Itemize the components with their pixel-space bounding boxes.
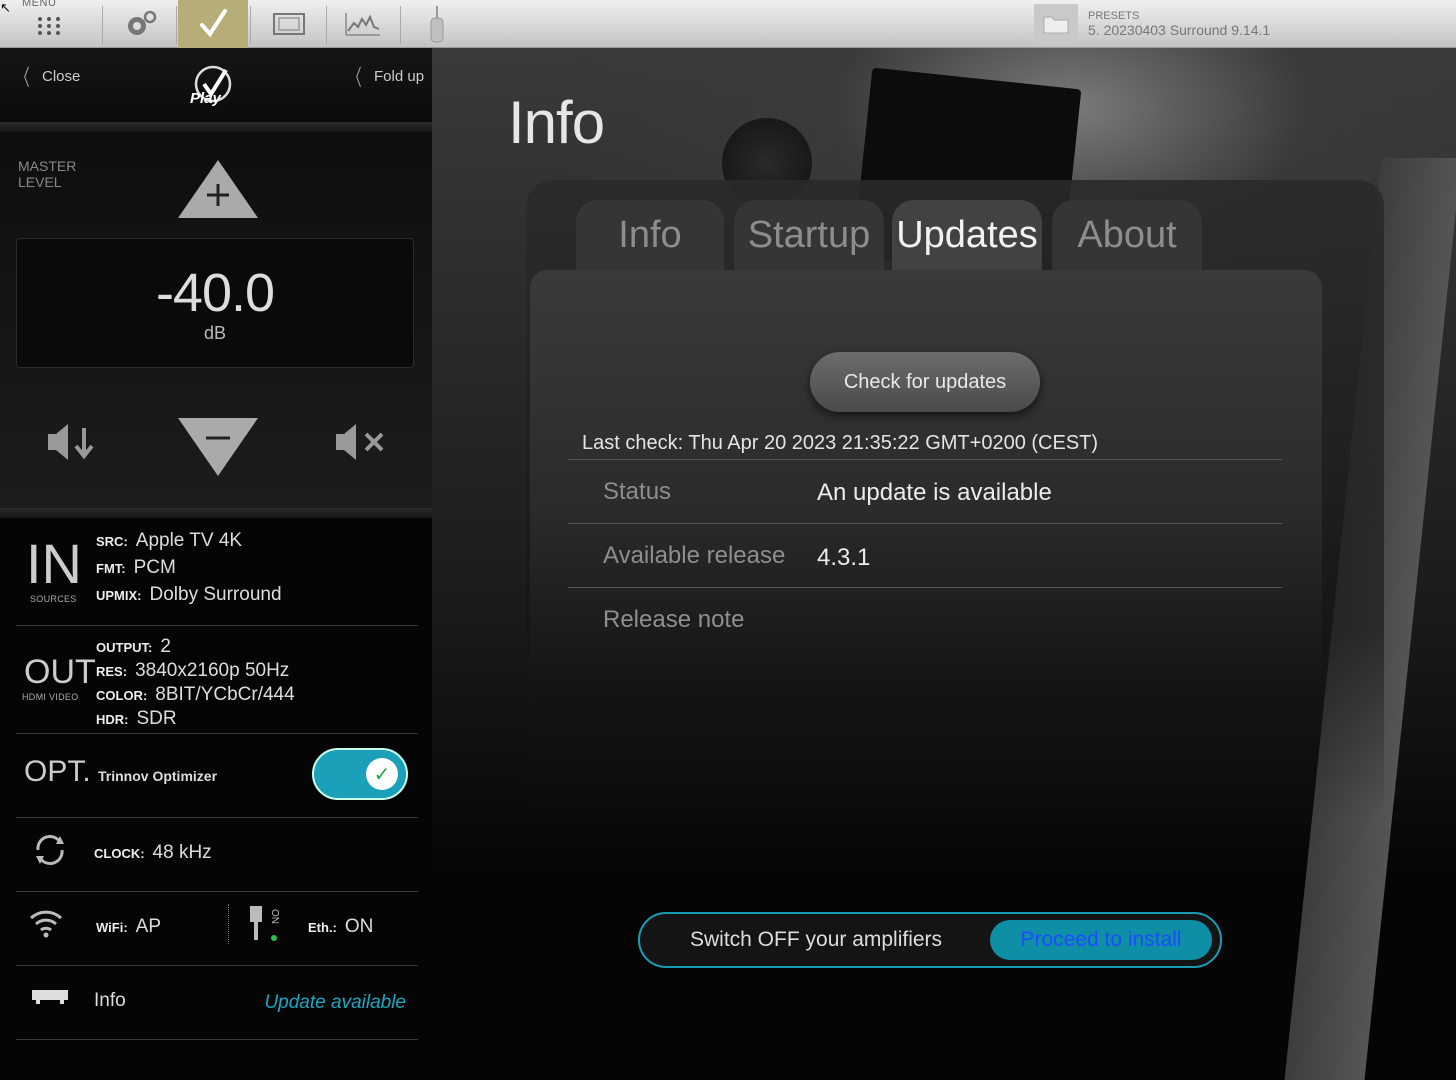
speaker-dim-icon [48, 424, 94, 460]
wifi-field: WiFi: AP [96, 916, 162, 937]
graph-icon [345, 13, 380, 36]
fold-up-button[interactable]: 〈 Fold up [344, 60, 424, 92]
screen-icon [273, 13, 305, 35]
status-value: An update is available [817, 479, 1052, 506]
available-release-label: Available release [603, 542, 786, 569]
divider [568, 459, 1282, 460]
video-button[interactable] [252, 0, 326, 48]
play-tab-button[interactable] [178, 0, 248, 56]
check-icon: ✓ [366, 758, 398, 790]
mouse-cursor-icon: ↖ [0, 0, 11, 15]
device-icon [32, 990, 68, 1004]
settings-button[interactable] [104, 0, 178, 48]
wifi-icon [29, 910, 63, 938]
clock-field: CLOCK: 48 kHz [94, 842, 212, 863]
mic-icon [430, 6, 444, 43]
fold-up-label: Fold up [374, 67, 425, 85]
gear-icon [128, 10, 157, 35]
graph-button[interactable] [326, 0, 400, 48]
switch-off-amplifiers-message: Switch OFF your amplifiers [690, 928, 943, 951]
microphone-button[interactable] [400, 0, 474, 48]
master-level-label: MASTER LEVEL [18, 158, 77, 190]
close-label: Close [42, 67, 81, 85]
play-logo-text: Play [190, 90, 221, 107]
tab-info[interactable]: Info [576, 200, 724, 272]
toolbar-divider [250, 6, 251, 44]
in-label: IN [26, 532, 82, 595]
presets-value: 5. 20230403 Surround 9.14.1 [1088, 22, 1271, 38]
release-note-label: Release note [603, 606, 745, 633]
top-toolbar: ↖ MENU PRESETS 5. 20230403 Surround 9.14… [0, 0, 1456, 56]
triangle-up-plus-icon [178, 160, 258, 218]
main-content: Info Info Startup Updates About Check fo… [432, 48, 1456, 1080]
fmt-field: FMT: PCM [96, 557, 176, 578]
tab-updates[interactable]: Updates [892, 200, 1042, 272]
play-logo: Play [188, 64, 238, 110]
page-title: Info [508, 89, 605, 156]
left-panel-header: 〈 Close Play 〈 Fold up [0, 48, 432, 130]
sync-clock-icon [36, 835, 64, 865]
volume-display: -40.0 dB [16, 238, 414, 368]
input-section[interactable]: IN SOURCES SRC: Apple TV 4K FMT: PCM UPMIX… [16, 520, 418, 626]
clock-section: CLOCK: 48 kHz [16, 818, 418, 892]
last-check-text: Last check: Thu Apr 20 2023 21:35:22 GMT… [582, 432, 1099, 454]
upmix-field: UPMIX: Dolby Surround [96, 584, 282, 605]
optimizer-label: Trinnov Optimizer [98, 768, 218, 784]
toolbar-divider [176, 6, 177, 44]
presets-label: PRESETS [1088, 10, 1140, 22]
divider [228, 904, 230, 944]
sources-caption: SOURCES [30, 594, 77, 604]
tab-about[interactable]: About [1052, 200, 1202, 272]
proceed-to-install-button[interactable]: Proceed to install [990, 920, 1212, 960]
divider [568, 523, 1282, 524]
ethernet-on-badge: ON [269, 909, 280, 924]
volume-down-button[interactable] [176, 416, 260, 478]
opt-label: OPT. [24, 755, 91, 788]
volume-value: -40.0 [155, 263, 275, 323]
color-field: COLOR: 8BIT/YCbCr/444 [96, 684, 295, 705]
hdr-field: HDR: SDR [96, 708, 177, 729]
divider [0, 122, 432, 132]
network-section: WiFi: AP ON Eth.: ON [16, 892, 418, 966]
output-section[interactable]: OUT HDMI VIDEO OUTPUT: 2 RES: 3840x2160p 5… [16, 626, 418, 734]
folder-icon [1034, 4, 1078, 44]
info-label: Info [94, 990, 126, 1011]
left-control-panel: 〈 Close Play 〈 Fold up MASTER LEVEL -40.… [0, 48, 432, 1080]
optimizer-section: OPT. Trinnov Optimizer ✓ [16, 734, 418, 818]
speaker-mute-icon [336, 424, 384, 460]
mute-button[interactable] [334, 422, 390, 462]
status-label: Status [603, 478, 672, 505]
optimizer-toggle[interactable]: ✓ [312, 748, 408, 800]
triangle-down-minus-icon [178, 418, 258, 476]
ethernet-field: Eth.: ON [308, 916, 374, 937]
volume-unit: dB [203, 323, 227, 343]
hdmi-video-caption: HDMI VIDEO [22, 692, 79, 702]
master-level-section: MASTER LEVEL -40.0 dB [0, 132, 432, 508]
tab-startup[interactable]: Startup [734, 200, 884, 272]
chevron-left-icon: 〈 [16, 65, 30, 90]
check-icon [200, 9, 227, 38]
divider [568, 587, 1282, 588]
close-button[interactable]: 〈 Close [12, 60, 80, 92]
src-field: SRC: Apple TV 4K [96, 530, 243, 551]
chevron-left-icon: 〈 [348, 65, 362, 90]
dim-button[interactable] [46, 422, 98, 462]
available-release-value: 4.3.1 [817, 544, 871, 571]
check-for-updates-button[interactable]: Check for updates [810, 352, 1040, 412]
install-bar: Switch OFF your amplifiers Proceed to in… [638, 912, 1222, 968]
menu-button[interactable] [12, 0, 86, 48]
toolbar-divider [102, 6, 103, 44]
out-label: OUT [24, 653, 96, 691]
grid-icon [38, 17, 60, 35]
divider [0, 508, 432, 518]
info-section[interactable]: Info Update available [16, 966, 418, 1040]
volume-up-button[interactable] [176, 158, 260, 220]
resolution-field: RES: 3840x2160p 50Hz [96, 660, 290, 681]
update-available-link[interactable]: Update available [264, 992, 406, 1014]
presets-selector[interactable]: PRESETS 5. 20230403 Surround 9.14.1 [1034, 0, 1270, 48]
output-field: OUTPUT: 2 [96, 636, 171, 657]
